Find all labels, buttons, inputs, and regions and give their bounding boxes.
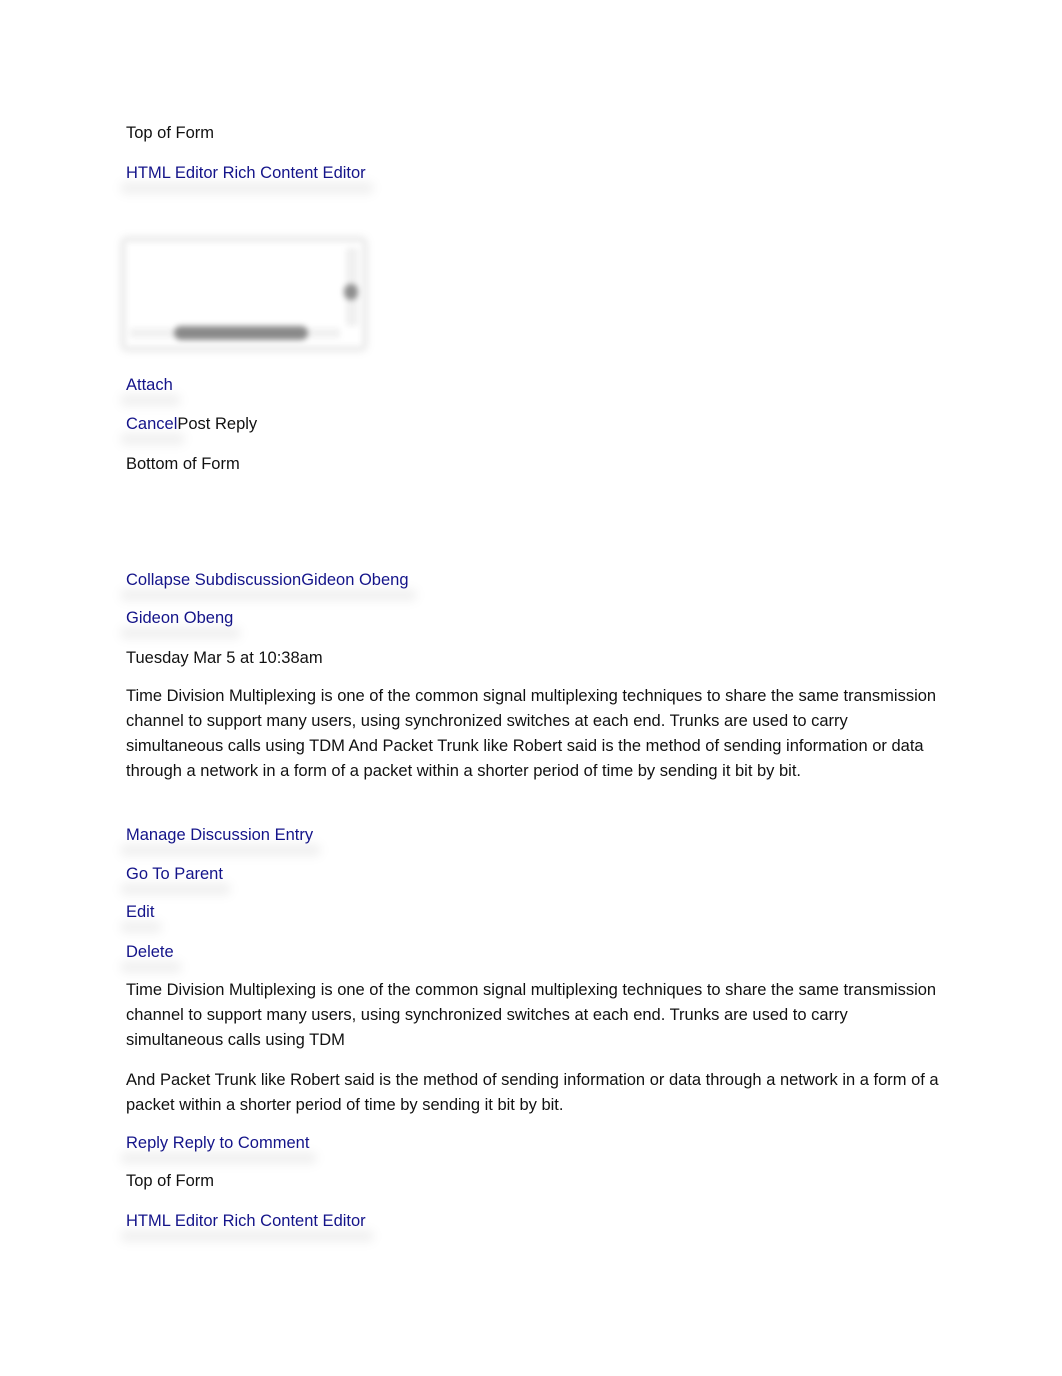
horizontal-scrollbar-thumb[interactable] <box>174 326 308 340</box>
entry-summary-text: Time Division Multiplexing is one of the… <box>126 687 937 780</box>
reply-row: Reply Reply to Comment <box>126 1132 309 1154</box>
reply-group: Reply Reply to Comment <box>126 1132 309 1154</box>
html-editor-link-2[interactable]: HTML Editor <box>126 1212 218 1230</box>
form-buttons-row: CancelPost Reply <box>126 413 257 435</box>
collapse-subdiscussion-link[interactable]: Collapse Subdiscussion <box>126 571 301 589</box>
entry-timestamp: Tuesday Mar 5 at 10:38am <box>126 649 323 667</box>
delete-row: Delete <box>126 941 174 963</box>
reply-to-comment-link[interactable]: Reply to Comment <box>173 1134 310 1152</box>
subdiscussion-header-group: Collapse SubdiscussionGideon Obeng <box>126 569 409 591</box>
rich-content-editor-link-2[interactable]: Rich Content Editor <box>223 1212 366 1230</box>
entry-body-paragraph-2: And Packet Trunk like Robert said is the… <box>126 1071 939 1114</box>
edit-link[interactable]: Edit <box>126 901 154 923</box>
reply-textarea[interactable] <box>122 238 366 350</box>
editor-toggle-group-2: HTML Editor Rich Content Editor <box>126 1210 366 1232</box>
post-reply-button[interactable]: Post Reply <box>177 415 257 433</box>
html-editor-link[interactable]: HTML Editor <box>126 164 218 182</box>
top-of-form-label-2: Top of Form <box>126 1172 215 1190</box>
cancel-link[interactable]: Cancel <box>126 413 177 435</box>
go-to-parent-link[interactable]: Go To Parent <box>126 863 223 885</box>
top-of-form-label: Top of Form <box>126 124 215 142</box>
attach-link[interactable]: Attach <box>126 374 173 396</box>
attach-row: Attach <box>126 374 173 396</box>
editor-toggle-row-2: HTML Editor Rich Content Editor <box>126 1210 366 1232</box>
author-row: Gideon Obeng <box>126 607 233 629</box>
delete-link[interactable]: Delete <box>126 941 174 963</box>
edit-row: Edit <box>126 901 154 923</box>
editor-toggle-row: HTML Editor Rich Content Editor <box>126 162 366 184</box>
rich-content-editor-link[interactable]: Rich Content Editor <box>223 164 366 182</box>
manage-row: Manage Discussion Entry <box>126 824 313 846</box>
author-link[interactable]: Gideon Obeng <box>126 607 233 629</box>
subdiscussion-header: Collapse SubdiscussionGideon Obeng <box>126 569 409 591</box>
entry-body-paragraph-1: Time Division Multiplexing is one of the… <box>126 981 937 1049</box>
reply-link[interactable]: Reply <box>126 1134 168 1152</box>
manage-discussion-entry-link[interactable]: Manage Discussion Entry <box>126 824 313 846</box>
author-inline-link[interactable]: Gideon Obeng <box>301 571 408 589</box>
bottom-of-form-label: Bottom of Form <box>126 455 240 473</box>
editor-toggle-group: HTML Editor Rich Content Editor <box>126 162 366 184</box>
go-to-parent-row: Go To Parent <box>126 863 223 885</box>
vertical-scrollbar-thumb[interactable] <box>344 284 358 300</box>
